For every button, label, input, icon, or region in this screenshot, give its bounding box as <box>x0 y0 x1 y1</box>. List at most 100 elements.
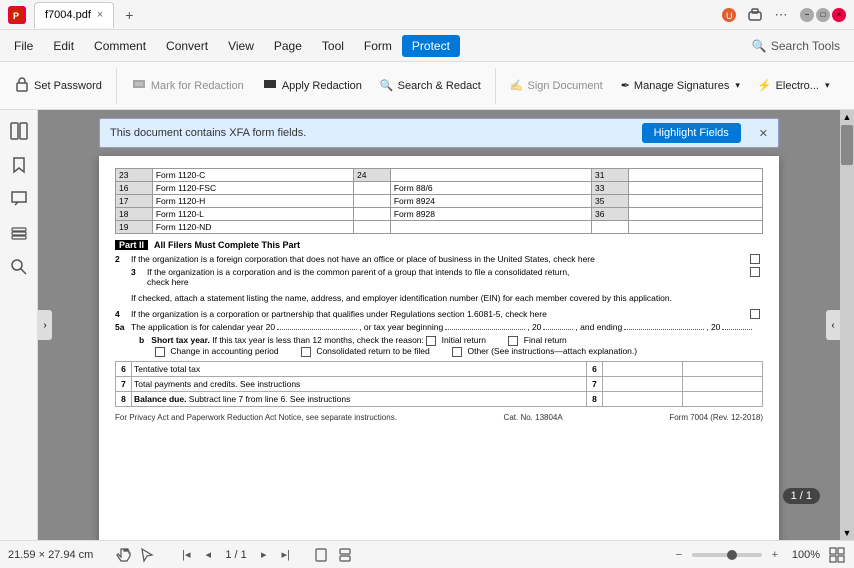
document-dimensions: 21.59 × 27.94 cm <box>8 549 93 561</box>
collapse-right-button[interactable]: ‹ <box>826 310 840 340</box>
prev-page-button[interactable]: ◂ <box>199 546 217 564</box>
titlebar-actions: U ⋯ <box>718 4 792 26</box>
scroll-up-button[interactable]: ▲ <box>840 110 854 124</box>
scroll-down-button[interactable]: ▼ <box>840 526 854 540</box>
electronic-label: Electro... <box>776 80 819 92</box>
zoom-out-button[interactable]: − <box>670 546 688 564</box>
continuous-page-button[interactable] <box>335 545 355 565</box>
search-icon: 🔍 <box>752 39 767 53</box>
single-page-button[interactable] <box>311 545 331 565</box>
electronic-button[interactable]: ⚡ Electro... ▾ <box>750 64 838 108</box>
first-page-button[interactable]: |◂ <box>177 546 195 564</box>
document-area: This document contains XFA form fields. … <box>38 110 840 540</box>
checkbox-consolidated[interactable] <box>301 347 311 357</box>
checkbox-line2[interactable] <box>750 254 760 264</box>
select-tool-button[interactable] <box>137 545 157 565</box>
form-line-5a: 5a The application is for calendar year … <box>115 322 763 332</box>
checkbox-line4[interactable] <box>750 309 760 319</box>
footer-cat: Cat. No. 13804A <box>504 413 563 422</box>
zoom-in-button[interactable]: + <box>766 546 784 564</box>
lock-icon <box>14 76 30 95</box>
search-redact-label: Search & Redact <box>398 80 481 92</box>
xfa-close-button[interactable]: ✕ <box>759 127 768 140</box>
form-line-5b: b Short tax year. If this tax year is le… <box>115 335 763 357</box>
maximize-button[interactable]: □ <box>816 8 830 22</box>
sidebar-panel-icon[interactable] <box>4 116 34 146</box>
page-info: 1 / 1 <box>221 549 250 561</box>
sidebar-search-icon[interactable] <box>4 252 34 282</box>
tab-close-btn[interactable]: × <box>97 9 103 21</box>
fit-page-button[interactable] <box>828 546 846 564</box>
apply-redaction-button[interactable]: Apply Redaction <box>254 64 370 108</box>
highlight-fields-button[interactable]: Highlight Fields <box>642 123 741 143</box>
scroll-track <box>840 124 854 526</box>
page-badge: 1 / 1 <box>783 488 820 504</box>
sign-document-button[interactable]: ✍ Sign Document <box>502 64 611 108</box>
last-page-button[interactable]: ▸| <box>277 546 295 564</box>
menu-page[interactable]: Page <box>264 35 312 57</box>
search-tools-button[interactable]: 🔍 Search Tools <box>742 35 850 57</box>
xfa-message: This document contains XFA form fields. <box>110 127 306 139</box>
search-redact-button[interactable]: 🔍 Search & Redact <box>372 64 489 108</box>
form-line-2: 2 If the organization is a foreign corpo… <box>115 254 763 264</box>
notifications-icon[interactable] <box>744 4 766 26</box>
form-table-top: 23 Form 1120-C 24 31 16 Form 1120-FSC Fo… <box>115 168 763 234</box>
titlebar: P f7004.pdf × + U ⋯ − □ × <box>0 0 854 30</box>
profile-icon[interactable]: U <box>718 4 740 26</box>
zoom-slider[interactable] <box>692 553 762 557</box>
menu-view[interactable]: View <box>218 35 264 57</box>
pdf-document: 23 Form 1120-C 24 31 16 Form 1120-FSC Fo… <box>99 156 779 540</box>
separator-2 <box>495 68 496 104</box>
apply-redaction-icon <box>262 76 278 95</box>
toolbar: Set Password Mark for Redaction Apply Re… <box>0 62 854 110</box>
new-tab-button[interactable]: + <box>118 4 140 26</box>
checkbox-initial[interactable] <box>426 336 436 346</box>
form-note: If checked, attach a statement listing t… <box>115 290 763 306</box>
app-icon: P <box>8 6 26 24</box>
minimize-button[interactable]: − <box>800 8 814 22</box>
menu-edit[interactable]: Edit <box>43 35 84 57</box>
checkbox-final[interactable] <box>508 336 518 346</box>
scroll-thumb[interactable] <box>841 125 853 165</box>
page-navigation: |◂ ◂ 1 / 1 ▸ ▸| <box>177 546 294 564</box>
checkbox-accounting[interactable] <box>155 347 165 357</box>
mark-redaction-button[interactable]: Mark for Redaction <box>123 64 252 108</box>
part2-label: Part II <box>115 240 148 250</box>
close-button[interactable]: × <box>832 8 846 22</box>
statusbar-right: − + 100% <box>670 546 846 564</box>
menu-form[interactable]: Form <box>354 35 402 57</box>
set-password-button[interactable]: Set Password <box>6 64 110 108</box>
form-line-3: 3 If the organization is a corporation a… <box>115 267 763 287</box>
hand-tool-button[interactable] <box>113 545 133 565</box>
mark-redaction-icon <box>131 76 147 95</box>
checkbox-other[interactable] <box>452 347 462 357</box>
menu-convert[interactable]: Convert <box>156 35 218 57</box>
collapse-left-button[interactable]: › <box>38 310 52 340</box>
footer-form: Form 7004 (Rev. 12-2018) <box>669 413 763 422</box>
menu-protect[interactable]: Protect <box>402 35 460 57</box>
menu-comment[interactable]: Comment <box>84 35 156 57</box>
zoom-percent: 100% <box>792 549 820 561</box>
next-page-button[interactable]: ▸ <box>255 546 273 564</box>
electronic-icon: ⚡ <box>758 79 772 92</box>
dropdown-arrow-icon: ▾ <box>735 80 740 91</box>
sidebar-comment-icon[interactable] <box>4 184 34 214</box>
svg-text:U: U <box>726 11 733 21</box>
part2-header: Part II All Filers Must Complete This Pa… <box>115 240 763 250</box>
menu-tool[interactable]: Tool <box>312 35 354 57</box>
more-options-icon[interactable]: ⋯ <box>770 4 792 26</box>
active-tab[interactable]: f7004.pdf × <box>34 2 114 28</box>
menu-file[interactable]: File <box>4 35 43 57</box>
document-scroll[interactable]: This document contains XFA form fields. … <box>38 110 840 540</box>
zoom-thumb <box>727 550 737 560</box>
svg-text:P: P <box>13 11 19 21</box>
sidebar-layers-icon[interactable] <box>4 218 34 248</box>
signatures-icon: ✒ <box>621 79 630 92</box>
sign-icon: ✍ <box>510 79 524 92</box>
checkbox-line3[interactable] <box>750 267 760 277</box>
sidebar-bookmark-icon[interactable] <box>4 150 34 180</box>
form-line-4: 4 If the organization is a corporation o… <box>115 309 763 319</box>
manage-signatures-button[interactable]: ✒ Manage Signatures ▾ <box>613 64 748 108</box>
right-scrollbar[interactable]: ▲ ▼ <box>840 110 854 540</box>
search-redact-icon: 🔍 <box>380 79 394 92</box>
